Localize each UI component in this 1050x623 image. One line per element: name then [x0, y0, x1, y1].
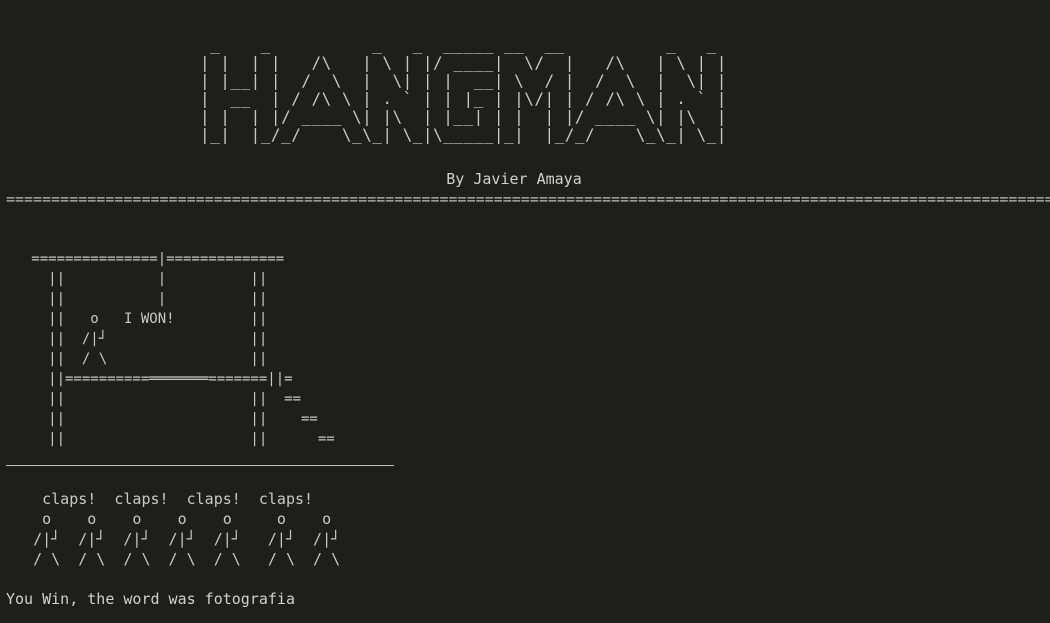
hangman-title-banner: _ _ _ _ _____ __ __ _ _ | | | | /\ | \ |…: [200, 35, 727, 144]
clapping-crowd: claps! claps! claps! claps! o o o o o o …: [33, 490, 341, 568]
title-separator: ========================================…: [6, 190, 1050, 208]
ground-line: [6, 465, 394, 466]
result-message: You Win, the word was fotografia: [6, 590, 295, 608]
author-byline: By Javier Amaya: [446, 170, 582, 188]
gallows-drawing: ===============|============== || | || |…: [31, 251, 335, 447]
